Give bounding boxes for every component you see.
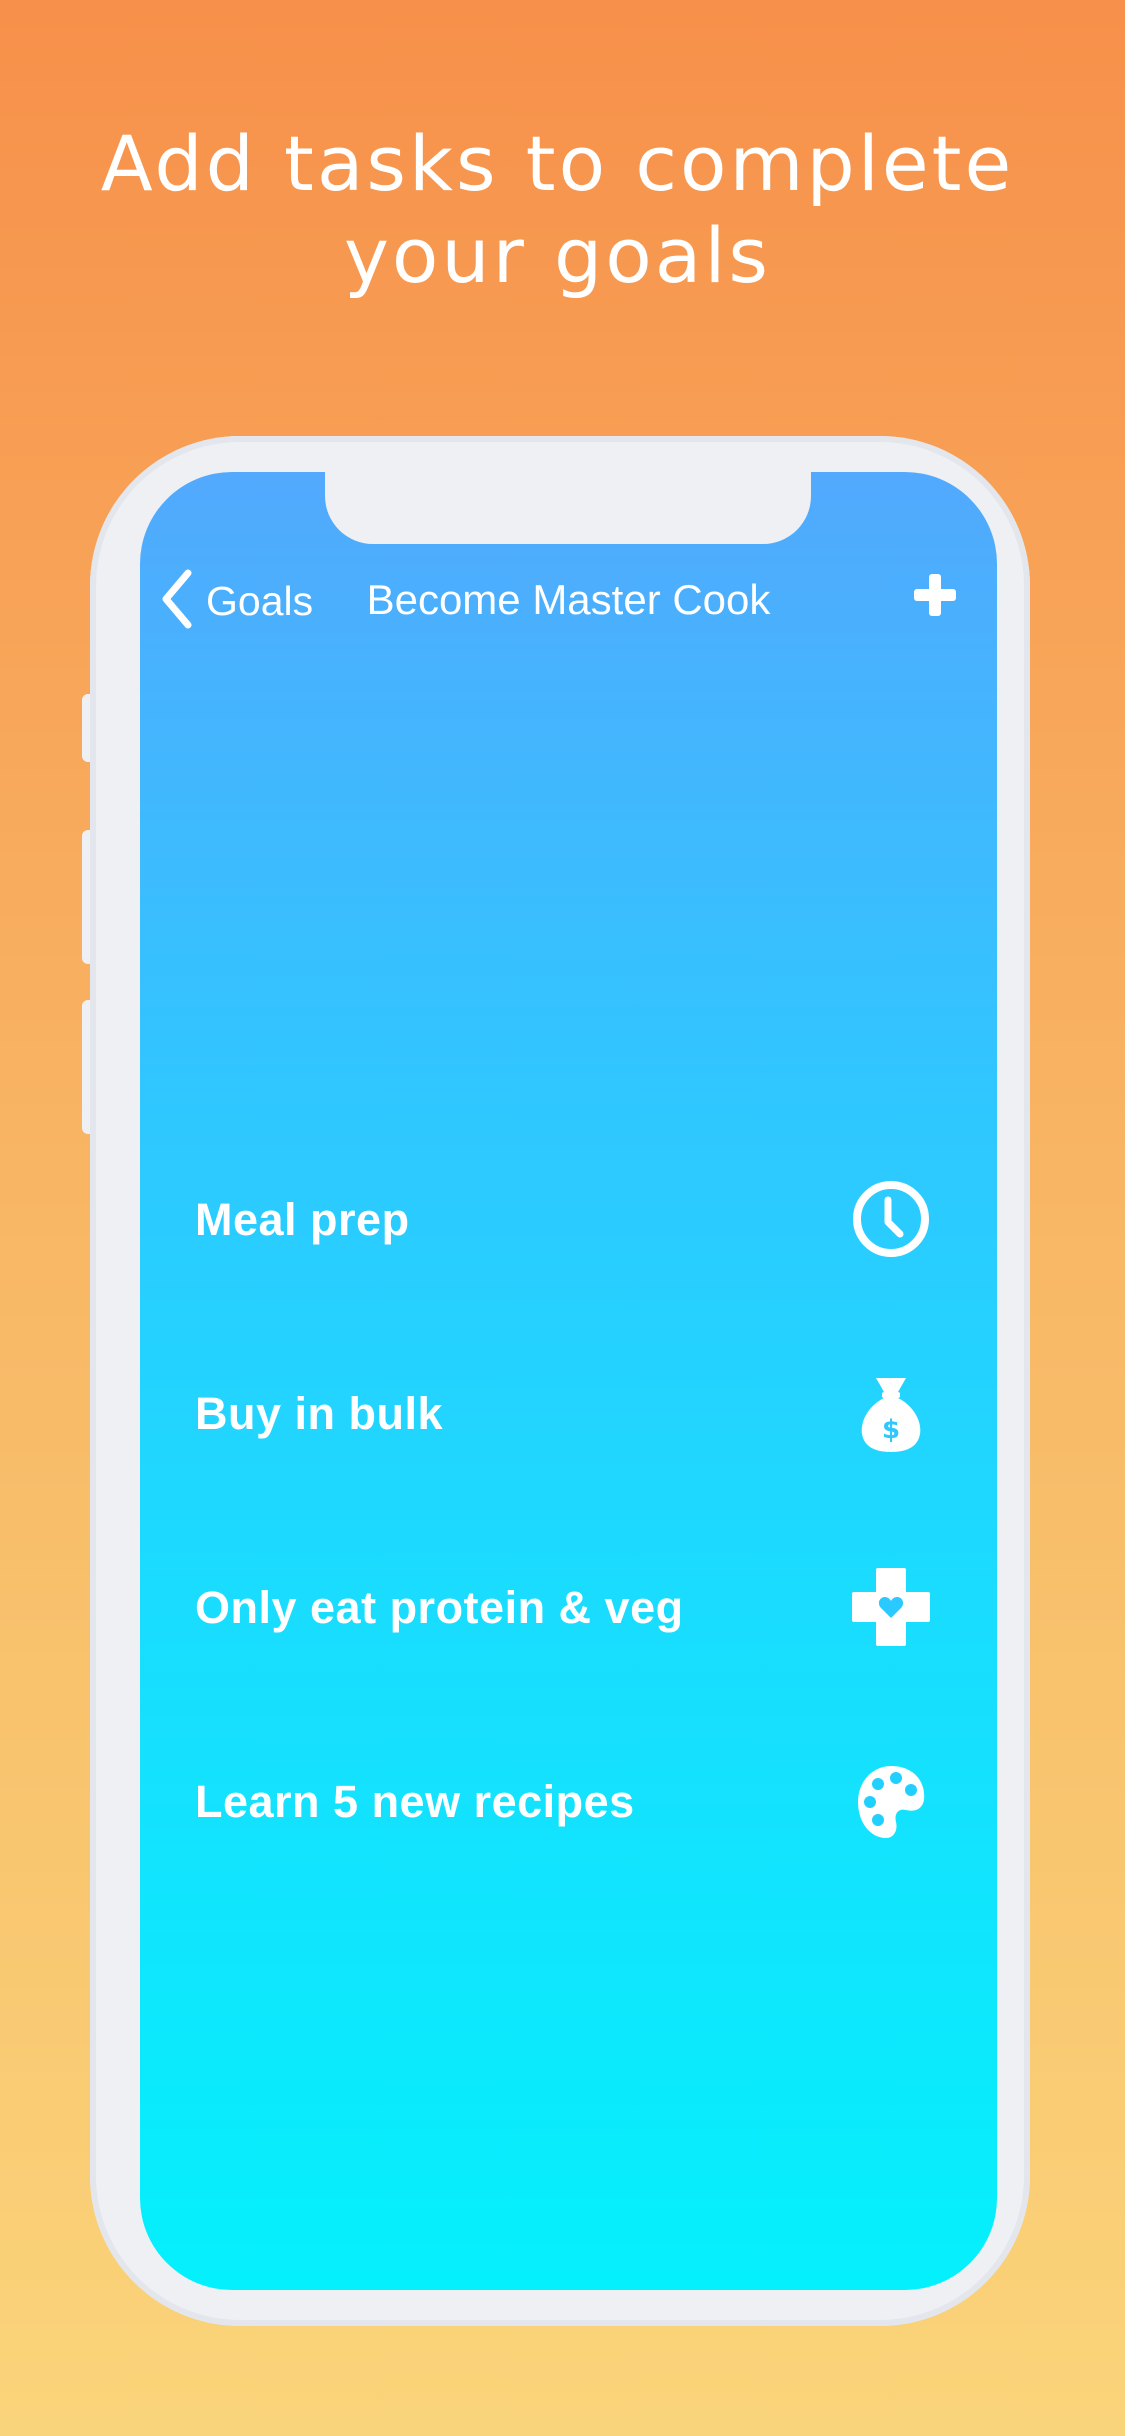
plus-icon	[914, 574, 956, 616]
task-row-meal-prep[interactable]: Meal prep	[140, 1164, 997, 1274]
health-cross-icon	[848, 1564, 934, 1650]
task-label: Learn 5 new recipes	[195, 1776, 635, 1827]
task-row-buy-in-bulk[interactable]: Buy in bulk $	[140, 1358, 997, 1468]
headline: Add tasks to complete your goals	[0, 118, 1115, 302]
palette-icon	[848, 1758, 934, 1844]
task-label: Meal prep	[195, 1194, 410, 1245]
headline-line-2: your goals	[343, 211, 772, 300]
money-bag-icon: $	[848, 1370, 934, 1456]
svg-text:$: $	[882, 1415, 900, 1445]
app-screen: Goals Become Master Cook Meal prep Buy i…	[140, 472, 997, 2290]
clock-icon	[848, 1176, 934, 1262]
phone-notch	[325, 472, 811, 544]
headline-line-1: Add tasks to complete	[100, 119, 1015, 208]
task-row-protein-veg[interactable]: Only eat protein & veg	[140, 1552, 997, 1662]
add-task-button[interactable]	[910, 570, 960, 620]
page-title: Become Master Cook	[366, 576, 771, 623]
task-label: Buy in bulk	[195, 1388, 444, 1439]
task-label: Only eat protein & veg	[195, 1582, 684, 1633]
task-row-new-recipes[interactable]: Learn 5 new recipes	[140, 1746, 997, 1856]
